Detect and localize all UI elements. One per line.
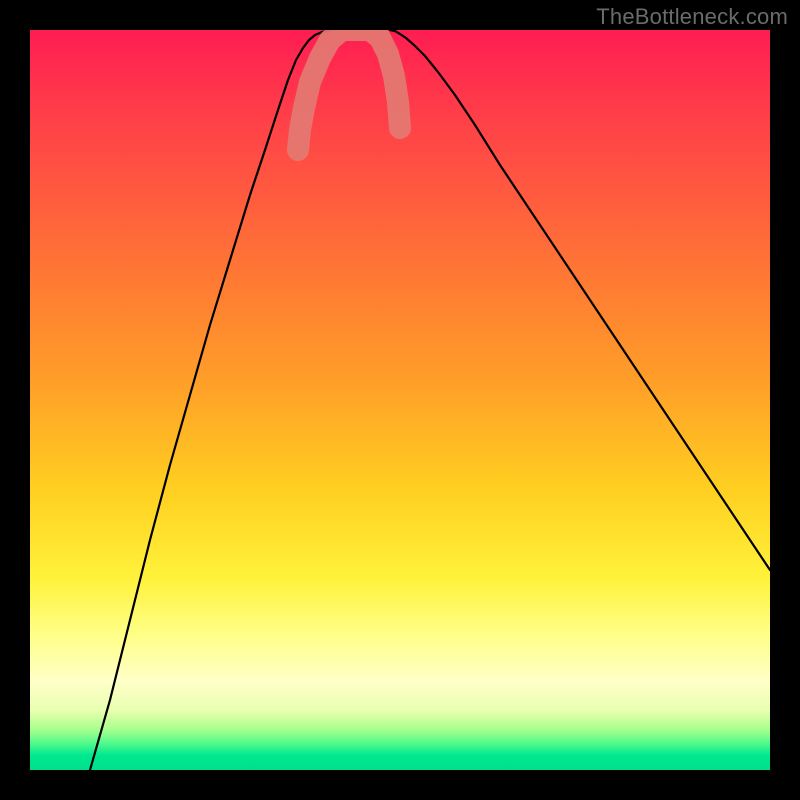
- right-curve: [390, 30, 770, 570]
- valley-marker: [298, 30, 400, 150]
- attribution-text: TheBottleneck.com: [596, 4, 788, 30]
- chart-frame: TheBottleneck.com: [0, 0, 800, 800]
- chart-overlay: [30, 30, 770, 770]
- plot-area: [30, 30, 770, 770]
